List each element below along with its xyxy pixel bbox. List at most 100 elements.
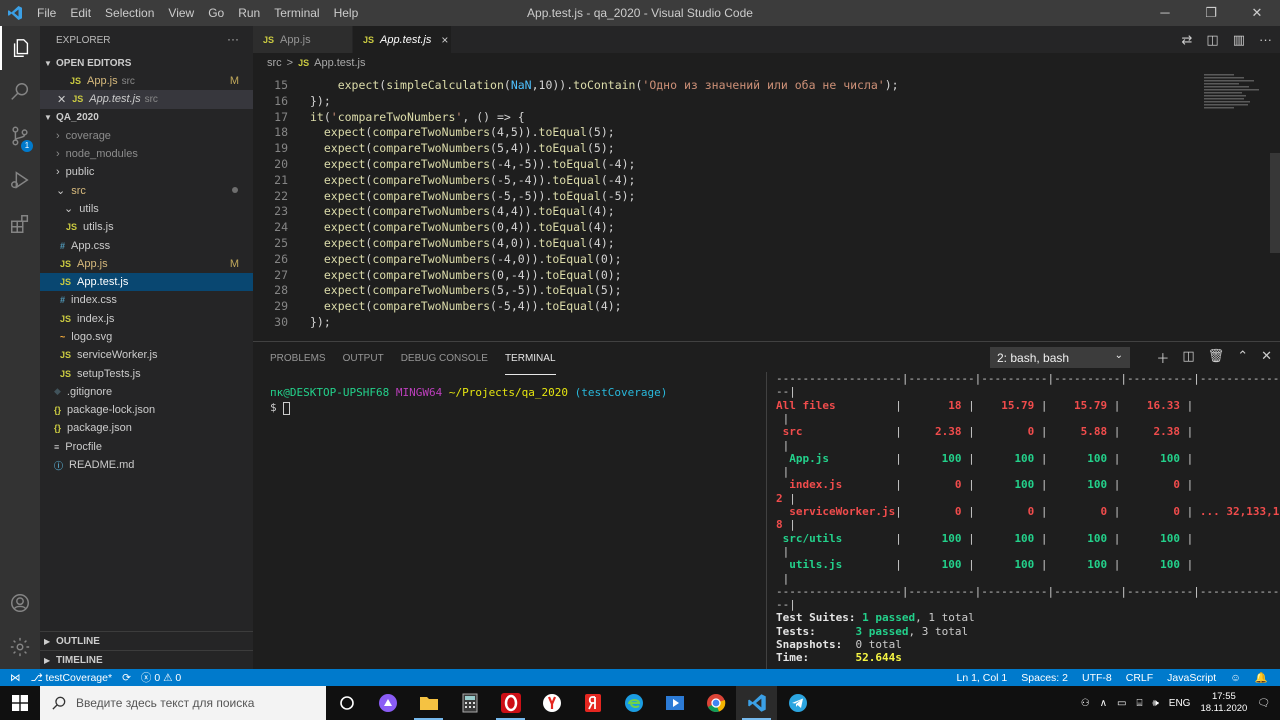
code-line[interactable]: 21 expect(compareTwoNumbers(-5,-4)).toEq…	[253, 173, 635, 189]
vscode-taskbar-icon[interactable]	[736, 686, 777, 720]
split-editor-icon[interactable]: ▥	[1233, 32, 1245, 48]
open-editors-header[interactable]: ▼ OPEN EDITORS	[40, 54, 253, 72]
branch-indicator[interactable]: ⎇ testCoverage*	[31, 672, 113, 684]
telegram-icon[interactable]	[777, 686, 818, 720]
terminal-select[interactable]: 2: bash, bash ⌄	[990, 347, 1130, 368]
menu-edit[interactable]: Edit	[63, 0, 98, 26]
more-actions-icon[interactable]: ···	[1259, 32, 1272, 47]
taskbar-search[interactable]: Введите здесь текст для поиска	[40, 686, 326, 720]
menu-help[interactable]: Help	[327, 0, 366, 26]
source-control-icon[interactable]: 1	[0, 114, 40, 158]
language-mode[interactable]: JavaScript	[1167, 672, 1216, 684]
extensions-icon[interactable]	[0, 202, 40, 246]
cursor-position[interactable]: Ln 1, Col 1	[956, 672, 1007, 684]
code-line[interactable]: 28 expect(compareTwoNumbers(5,-5)).toEqu…	[253, 283, 621, 299]
maximize-panel-icon[interactable]: ⌃	[1237, 348, 1248, 367]
code-line[interactable]: 22 expect(compareTwoNumbers(-5,-5)).toEq…	[253, 189, 635, 205]
code-line[interactable]: 20 expect(compareTwoNumbers(-4,-5)).toEq…	[253, 157, 635, 173]
code-line[interactable]: 16});	[253, 94, 331, 110]
tree-folder[interactable]: ⌄ src	[40, 181, 253, 199]
explorer-icon[interactable]	[0, 26, 40, 70]
menu-file[interactable]: File	[30, 0, 63, 26]
menu-run[interactable]: Run	[231, 0, 267, 26]
edge-icon[interactable]	[613, 686, 654, 720]
close-window-icon[interactable]: ✕	[1234, 0, 1280, 26]
restore-icon[interactable]: ❐	[1188, 0, 1234, 26]
problems-indicator[interactable]: ⓧ 0 ⚠ 0	[141, 670, 181, 685]
tab-debug-console[interactable]: DEBUG CONSOLE	[401, 342, 488, 375]
input-language[interactable]: ENG	[1169, 698, 1191, 709]
close-icon[interactable]: ×	[441, 33, 448, 47]
breadcrumb-folder[interactable]: src	[267, 57, 282, 69]
code-line[interactable]: 25 expect(compareTwoNumbers(4,0)).toEqua…	[253, 236, 615, 252]
accounts-icon[interactable]	[0, 581, 40, 625]
clock[interactable]: 17:55 18.11.2020	[1200, 691, 1247, 715]
code-line[interactable]: 18 expect(compareTwoNumbers(4,5)).toEqua…	[253, 125, 615, 141]
tree-file[interactable]: ~ logo.svg	[40, 328, 253, 346]
code-line[interactable]: 17 it('compareTwoNumbers', () => {	[253, 110, 525, 126]
code-line[interactable]: 30});	[253, 315, 331, 331]
run-debug-icon[interactable]	[0, 158, 40, 202]
tree-file[interactable]: JS serviceWorker.js	[40, 346, 253, 364]
code-line[interactable]: 26 expect(compareTwoNumbers(-4,0)).toEqu…	[253, 252, 621, 268]
calculator-icon[interactable]	[449, 686, 490, 720]
tree-folder[interactable]: › node_modules	[40, 145, 253, 163]
code-line[interactable]: 15 expect(simpleCalculation(NaN,10)).toC…	[253, 78, 898, 94]
tree-file[interactable]: # index.css	[40, 291, 253, 309]
menu-terminal[interactable]: Terminal	[267, 0, 326, 26]
tree-folder[interactable]: › public	[40, 163, 253, 181]
timeline-header[interactable]: ▶ TIMELINE	[40, 650, 253, 669]
terminal-left[interactable]: пк@DESKTOP-UPSHF68 MINGW64 ~/Projects/qa…	[270, 386, 667, 415]
breadcrumb-file[interactable]: App.test.js	[314, 57, 365, 69]
menu-selection[interactable]: Selection	[98, 0, 161, 26]
minimize-icon[interactable]: ─	[1142, 0, 1188, 26]
close-panel-icon[interactable]: ✕	[1261, 348, 1272, 367]
code-line[interactable]: 29 expect(compareTwoNumbers(-5,4)).toEqu…	[253, 299, 621, 315]
code-line[interactable]: 24 expect(compareTwoNumbers(0,4)).toEqua…	[253, 220, 615, 236]
trash-icon[interactable]: 🗑	[1208, 348, 1225, 367]
menu-go[interactable]: Go	[201, 0, 231, 26]
opera-icon[interactable]	[490, 686, 531, 720]
battery-icon[interactable]: ▭	[1117, 698, 1126, 709]
tree-file[interactable]: JS setupTests.js	[40, 364, 253, 382]
code-editor[interactable]: 15 expect(simpleCalculation(NaN,10)).toC…	[253, 73, 1280, 341]
tab-output[interactable]: OUTPUT	[343, 342, 384, 375]
assistant-icon[interactable]	[367, 686, 408, 720]
settings-gear-icon[interactable]	[0, 625, 40, 669]
volume-icon[interactable]: 🕪	[1152, 698, 1158, 709]
windows-start-icon[interactable]	[0, 686, 40, 720]
more-actions-icon[interactable]: ···	[227, 32, 239, 46]
open-editor-item[interactable]: JS App.js src M	[40, 72, 253, 90]
minimap[interactable]	[1204, 73, 1266, 123]
tab-problems[interactable]: PROBLEMS	[270, 342, 326, 375]
code-line[interactable]: 27 expect(compareTwoNumbers(0,-4)).toEqu…	[253, 268, 621, 284]
menu-view[interactable]: View	[161, 0, 201, 26]
terminal-input-line[interactable]: $	[270, 401, 667, 415]
tree-file[interactable]: ≡ Procfile	[40, 438, 253, 456]
tab-app-js[interactable]: JS App.js	[253, 26, 353, 53]
tree-file[interactable]: ◆ .gitignore	[40, 383, 253, 401]
new-terminal-icon[interactable]: ＋	[1156, 348, 1169, 367]
tree-file[interactable]: {} package.json	[40, 419, 253, 437]
line-ending[interactable]: CRLF	[1126, 672, 1153, 684]
compare-icon[interactable]: ⇄	[1182, 32, 1193, 48]
file-explorer-icon[interactable]	[408, 686, 449, 720]
yandex-browser-icon[interactable]	[531, 686, 572, 720]
chrome-icon[interactable]	[695, 686, 736, 720]
terminal-right[interactable]: -------------------|----------|---------…	[766, 372, 1280, 670]
network-icon[interactable]: ⌸	[1136, 698, 1142, 709]
tree-file[interactable]: # App.css	[40, 236, 253, 254]
remote-icon[interactable]: ⋈	[10, 672, 21, 684]
close-icon[interactable]: ✕	[57, 93, 66, 106]
outline-header[interactable]: ▶ OUTLINE	[40, 631, 253, 650]
action-center-icon[interactable]: 🗨	[1257, 698, 1270, 709]
encoding[interactable]: UTF-8	[1082, 672, 1112, 684]
code-line[interactable]: 23 expect(compareTwoNumbers(4,4)).toEqua…	[253, 204, 615, 220]
tree-file-selected[interactable]: JS App.test.js	[40, 272, 253, 292]
editor-scrollbar[interactable]	[1270, 153, 1280, 253]
project-header[interactable]: ▼ QA_2020	[40, 109, 253, 127]
tab-app-test-js[interactable]: JS App.test.js ×	[353, 26, 452, 53]
indentation[interactable]: Spaces: 2	[1021, 672, 1068, 684]
media-player-icon[interactable]	[654, 686, 695, 720]
sync-icon[interactable]: ⟳	[122, 672, 131, 684]
